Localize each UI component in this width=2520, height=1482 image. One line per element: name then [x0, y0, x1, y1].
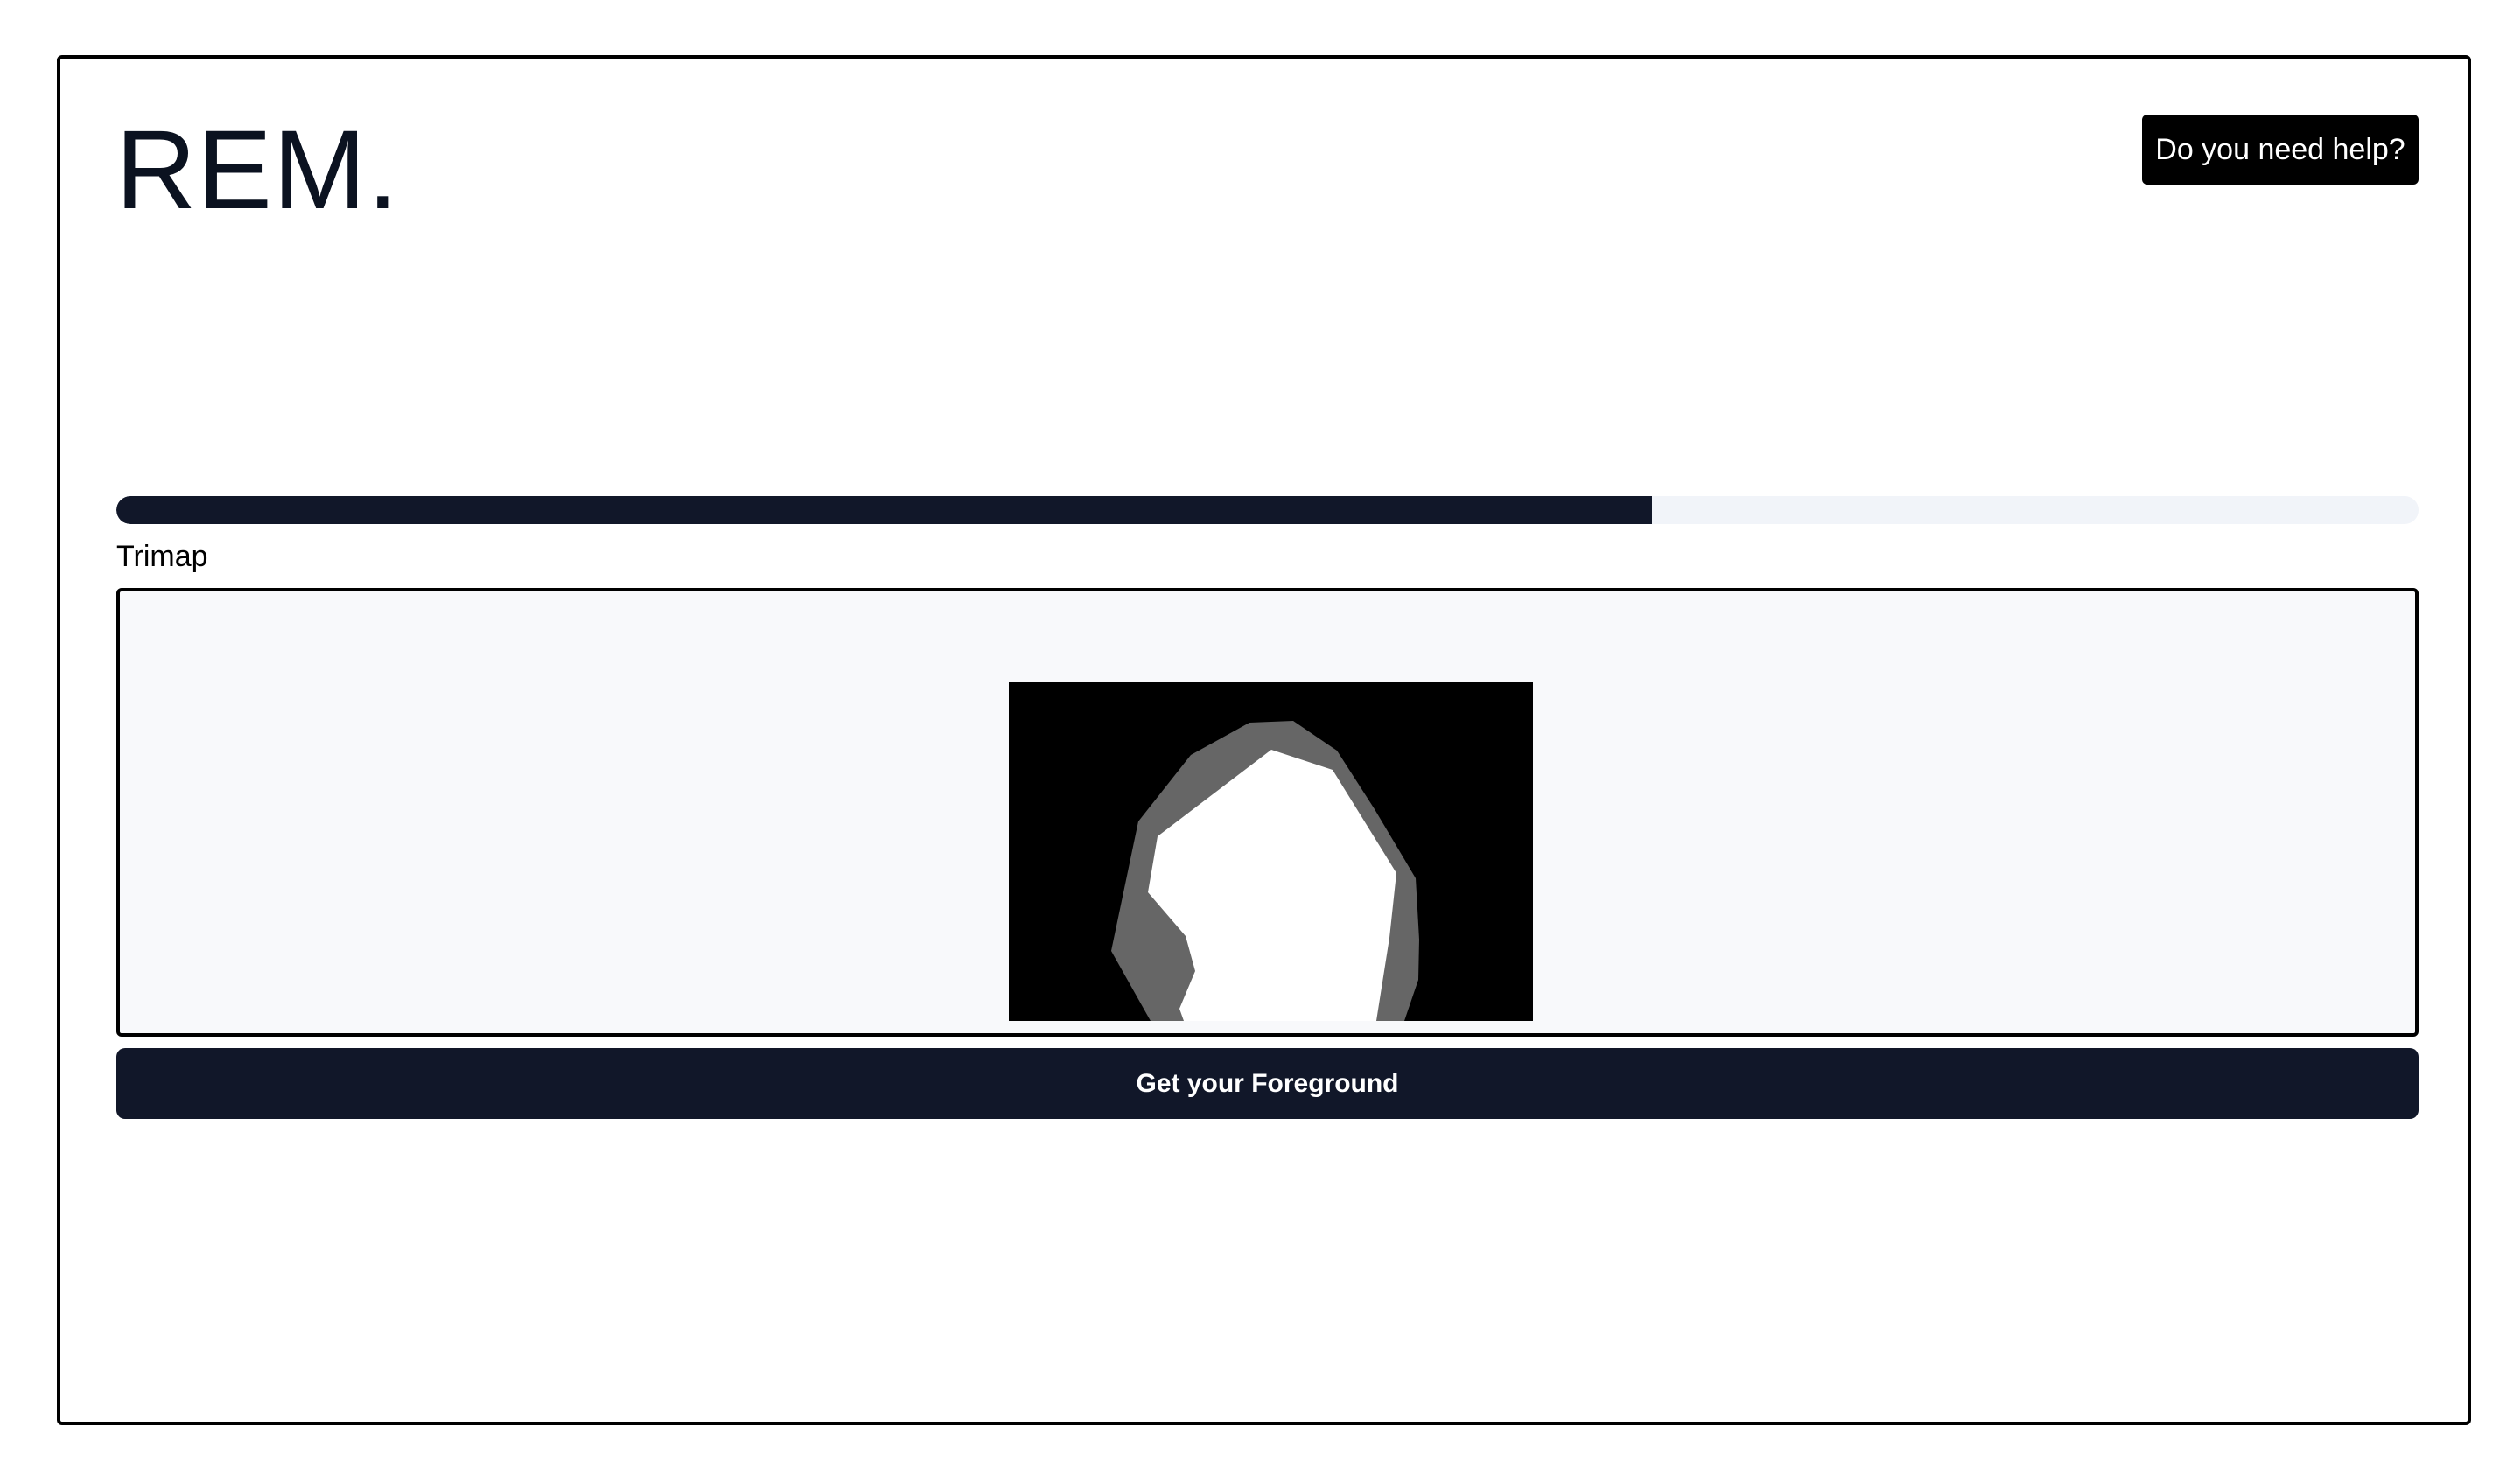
logo-text: REM. — [116, 108, 399, 233]
progress-bar-fill — [116, 496, 1652, 524]
image-preview-panel — [116, 588, 2418, 1037]
progress-bar — [116, 496, 2418, 524]
step-label: Trimap — [116, 540, 208, 573]
trimap-image — [1009, 682, 1533, 1021]
help-button[interactable]: Do you need help? — [2142, 115, 2418, 185]
get-foreground-button[interactable]: Get your Foreground — [116, 1048, 2418, 1119]
